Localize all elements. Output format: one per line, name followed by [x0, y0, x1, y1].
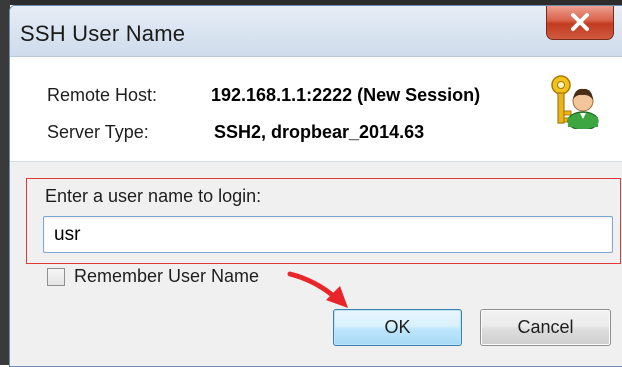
username-prompt: Enter a user name to login:	[45, 186, 262, 206]
remote-host-value: 192.168.1.1:2222 (New Session)	[211, 85, 481, 105]
arrow-annotation-icon	[287, 271, 348, 308]
username-input[interactable]	[43, 216, 613, 253]
remember-user-name-label[interactable]: Remember User Name	[74, 266, 259, 287]
remote-host-label: Remote Host:	[47, 85, 158, 105]
close-button[interactable]	[546, 6, 614, 40]
server-type-value: SSH2, dropbear_2014.63	[214, 122, 425, 142]
ok-button[interactable]: OK	[333, 309, 462, 346]
cancel-button[interactable]: Cancel	[480, 309, 611, 346]
session-info-panel: Remote Host: 192.168.1.1:2222 (New Sessi…	[10, 57, 622, 162]
title-bar: SSH User Name	[10, 6, 622, 57]
keys-user-icon	[551, 75, 599, 129]
remember-user-name-checkbox[interactable]	[47, 268, 65, 286]
dialog-title: SSH User Name	[20, 21, 186, 46]
close-icon	[571, 13, 589, 31]
login-form-area: Enter a user name to login: Remember Use…	[10, 162, 622, 366]
ssh-user-name-dialog: SSH User Name Remote Host: 192.168.1.1:2…	[9, 5, 622, 367]
server-type-label: Server Type:	[47, 122, 149, 142]
